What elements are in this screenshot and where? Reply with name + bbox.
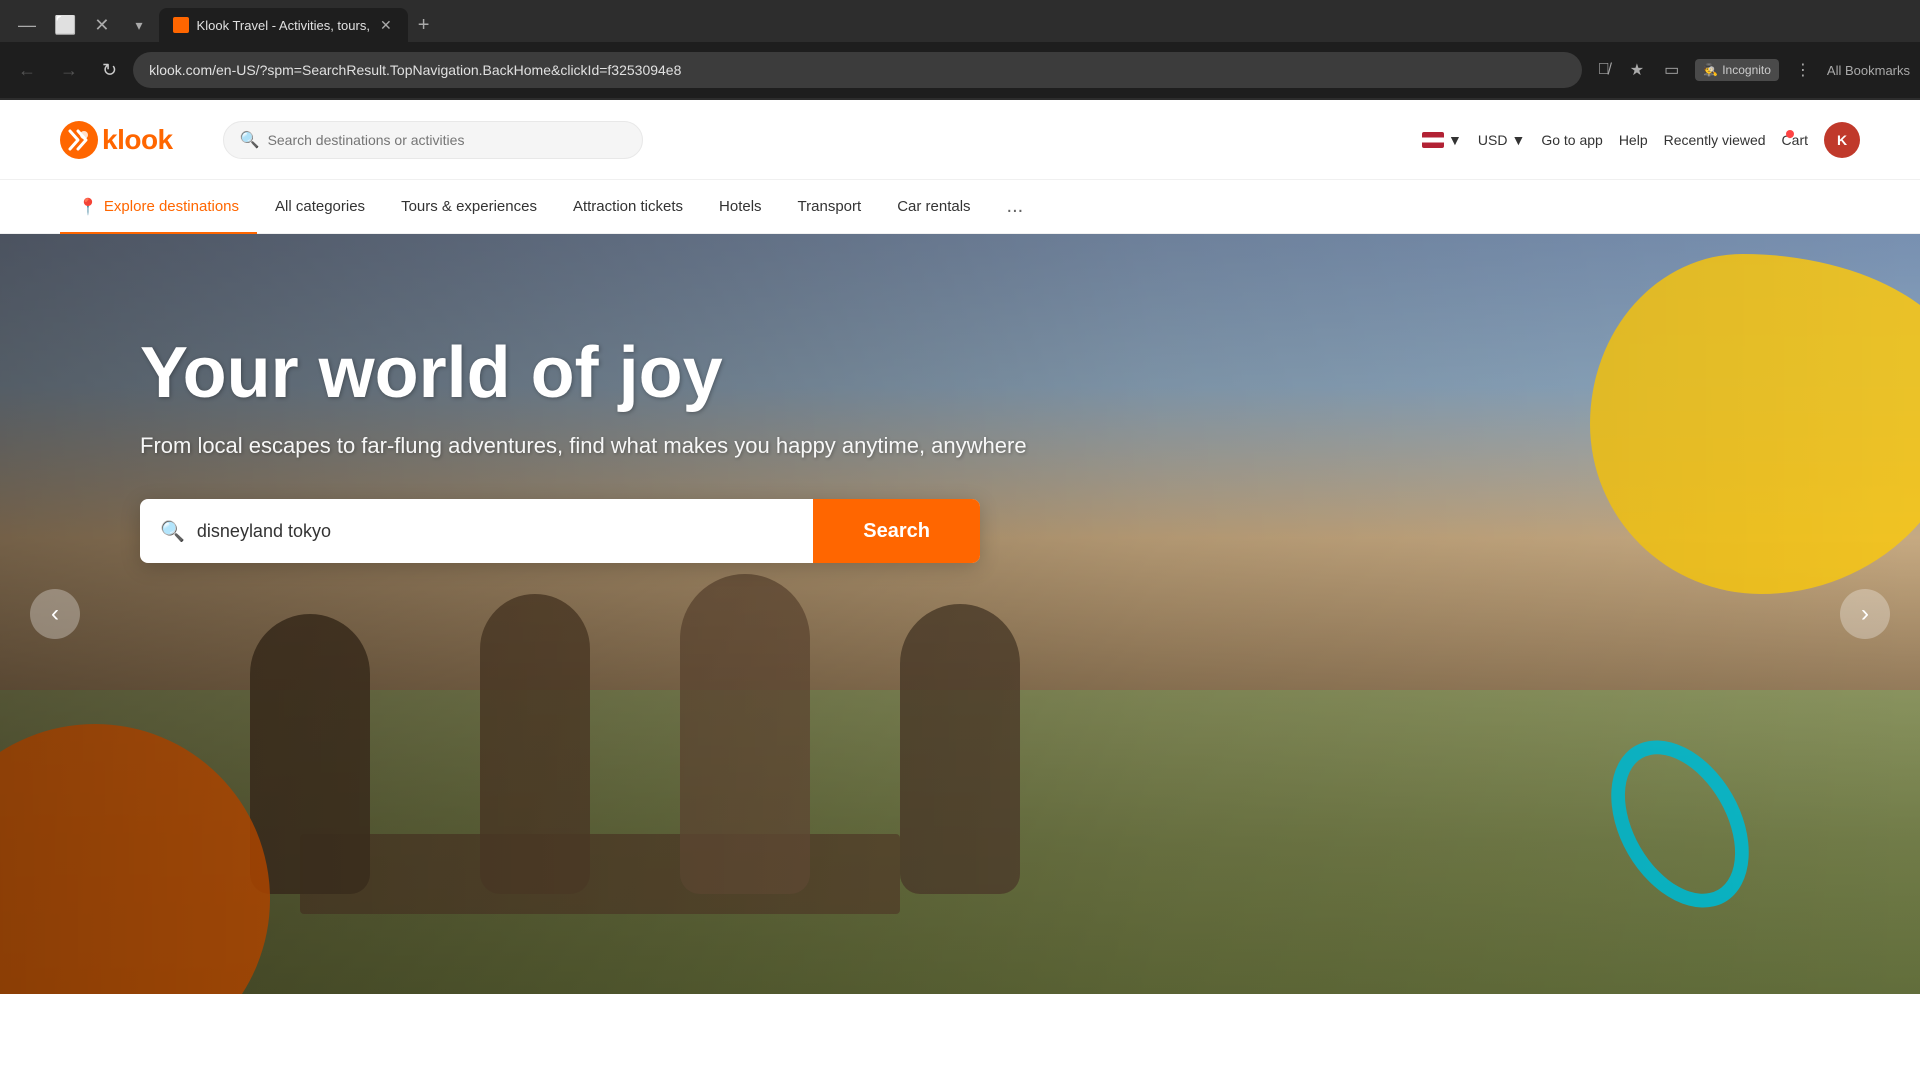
help-button[interactable]: Help — [1619, 132, 1648, 148]
nav-item-categories[interactable]: All categories — [257, 180, 383, 234]
tab-list-button[interactable]: ▾ — [128, 13, 151, 38]
address-bar[interactable] — [133, 52, 1582, 88]
forward-button[interactable]: → — [52, 54, 86, 87]
main-navigation: 📍 Explore destinations All categories To… — [0, 180, 1920, 234]
browser-tab[interactable]: Klook Travel - Activities, tours, ✕ — [159, 8, 408, 42]
hero-search-button[interactable]: Search — [813, 499, 980, 563]
nav-car-label: Car rentals — [897, 198, 970, 215]
hero-section: Your world of joy From local escapes to … — [0, 234, 1920, 994]
nav-attraction-label: Attraction tickets — [573, 198, 683, 215]
hero-search-icon: 🔍 — [160, 519, 185, 544]
header-search-input[interactable] — [268, 132, 626, 148]
header-search-bar[interactable]: 🔍 — [223, 121, 643, 159]
window-close-button[interactable]: ✕ — [86, 11, 117, 40]
incognito-badge: 🕵 Incognito — [1695, 59, 1779, 81]
currency-dropdown-icon: ▼ — [1511, 132, 1525, 148]
nav-explore-label: Explore destinations — [104, 198, 239, 215]
hero-search-input[interactable] — [197, 521, 793, 542]
currency-button[interactable]: USD ▼ — [1478, 132, 1525, 148]
cart-notification-dot — [1786, 130, 1794, 138]
split-screen-button[interactable]: ▭ — [1656, 54, 1687, 86]
nav-tours-label: Tours & experiences — [401, 198, 537, 215]
more-actions-button[interactable]: ⋮ — [1787, 54, 1819, 86]
hero-subtitle: From local escapes to far-flung adventur… — [140, 433, 1780, 459]
nav-item-hotels[interactable]: Hotels — [701, 180, 780, 234]
window-minimize-button[interactable]: — — [10, 11, 44, 40]
language-button[interactable]: ▼ — [1422, 132, 1462, 148]
nav-item-tours[interactable]: Tours & experiences — [383, 180, 555, 234]
more-options-icon: ... — [1007, 195, 1024, 218]
new-tab-button[interactable]: + — [410, 10, 438, 41]
incognito-label: Incognito — [1722, 63, 1771, 77]
refresh-button[interactable]: ↻ — [94, 54, 125, 87]
nav-hotels-label: Hotels — [719, 198, 762, 215]
nav-item-explore[interactable]: 📍 Explore destinations — [60, 180, 257, 234]
nav-transport-label: Transport — [798, 198, 862, 215]
user-avatar[interactable]: K — [1824, 122, 1860, 158]
klook-logo-text: klook — [102, 124, 173, 156]
nav-item-attraction[interactable]: Attraction tickets — [555, 180, 701, 234]
us-flag-icon — [1422, 132, 1444, 148]
recently-viewed-button[interactable]: Recently viewed — [1664, 132, 1766, 148]
klook-logo[interactable]: klook — [60, 121, 173, 159]
klook-logo-mark — [60, 121, 98, 159]
site-header: klook 🔍 ▼ USD ▼ Go to app Help Recently … — [0, 100, 1920, 180]
hero-search-input-wrap[interactable]: 🔍 — [140, 499, 813, 563]
header-search-icon: 🔍 — [240, 130, 260, 150]
cart-button[interactable]: Cart — [1782, 132, 1808, 148]
hero-title: Your world of joy — [140, 334, 1780, 413]
header-right-section: ▼ USD ▼ Go to app Help Recently viewed C… — [1422, 122, 1860, 158]
chevron-left-icon: ‹ — [51, 600, 59, 628]
flag-dropdown-icon: ▼ — [1448, 132, 1462, 148]
nav-item-more[interactable]: ... — [989, 180, 1042, 234]
bookmarks-label[interactable]: All Bookmarks — [1827, 63, 1910, 78]
nav-item-transport[interactable]: Transport — [780, 180, 880, 234]
nav-categories-label: All categories — [275, 198, 365, 215]
window-maximize-button[interactable]: ⬜ — [46, 11, 84, 40]
eye-slash-icon[interactable]: 👁̸ — [1590, 54, 1618, 86]
currency-label: USD — [1478, 132, 1508, 148]
chevron-right-icon: › — [1861, 600, 1869, 628]
tab-close-button[interactable]: ✕ — [378, 17, 394, 34]
tab-favicon — [173, 17, 189, 33]
hero-prev-arrow[interactable]: ‹ — [30, 589, 80, 639]
bookmark-star-button[interactable]: ★ — [1622, 54, 1652, 86]
go-to-app-button[interactable]: Go to app — [1541, 132, 1603, 148]
location-pin-icon: 📍 — [78, 197, 98, 217]
incognito-icon: 🕵 — [1703, 63, 1718, 77]
hero-content: Your world of joy From local escapes to … — [0, 234, 1920, 563]
hero-search-bar: 🔍 Search — [140, 499, 980, 563]
hero-next-arrow[interactable]: › — [1840, 589, 1890, 639]
back-button[interactable]: ← — [10, 54, 44, 87]
nav-item-car-rentals[interactable]: Car rentals — [879, 180, 988, 234]
tab-title: Klook Travel - Activities, tours, — [197, 18, 370, 33]
